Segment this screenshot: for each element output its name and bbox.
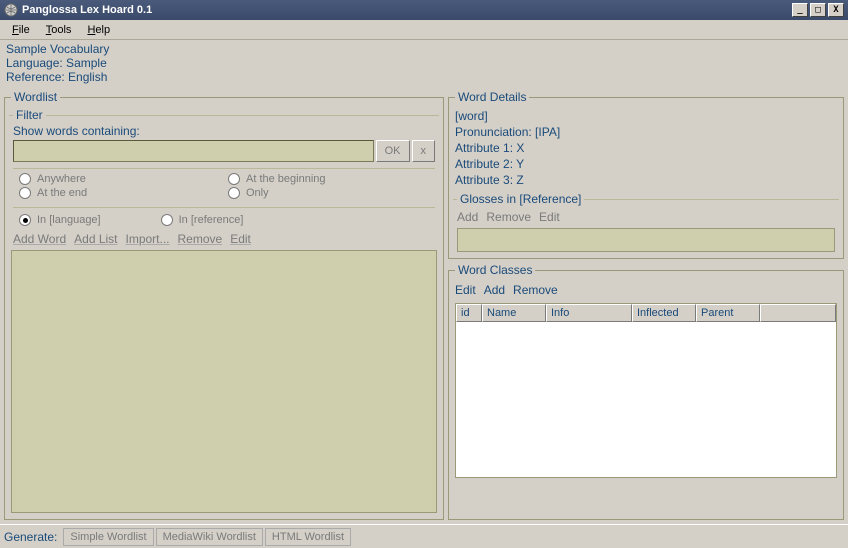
- glosses-legend: Glosses in [Reference]: [457, 192, 584, 206]
- wc-add-button[interactable]: Add: [484, 283, 505, 297]
- menu-help[interactable]: Help: [79, 22, 118, 38]
- vocab-title: Sample Vocabulary: [6, 42, 842, 56]
- wordlist-legend: Wordlist: [11, 90, 60, 104]
- word-details-legend: Word Details: [455, 90, 529, 104]
- menu-tools[interactable]: Tools: [38, 22, 80, 38]
- remove-word-button[interactable]: Remove: [178, 232, 223, 246]
- gloss-add-button[interactable]: Add: [457, 210, 478, 224]
- radio-in-language[interactable]: In [language]: [19, 214, 101, 226]
- filter-legend: Filter: [13, 108, 46, 122]
- add-list-button[interactable]: Add List: [74, 232, 117, 246]
- gen-html-button[interactable]: HTML Wordlist: [265, 528, 351, 546]
- show-words-label: Show words containing:: [13, 124, 435, 138]
- attr1-line: Attribute 1: X: [455, 140, 837, 156]
- gloss-remove-button[interactable]: Remove: [486, 210, 531, 224]
- col-id[interactable]: id: [456, 304, 482, 322]
- pronunciation-line: Pronunciation: [IPA]: [455, 124, 837, 140]
- minimize-button[interactable]: _: [792, 3, 808, 17]
- col-parent[interactable]: Parent: [696, 304, 760, 322]
- word-details-panel: Word Details [word] Pronunciation: [IPA]…: [448, 90, 844, 259]
- attr2-line: Attribute 2: Y: [455, 156, 837, 172]
- word-line: [word]: [455, 108, 837, 124]
- attr3-line: Attribute 3: Z: [455, 172, 837, 188]
- col-blank: [760, 304, 836, 322]
- radio-end[interactable]: At the end: [19, 187, 220, 199]
- close-button[interactable]: X: [828, 3, 844, 17]
- radio-in-reference[interactable]: In [reference]: [161, 214, 244, 226]
- info-header: Sample Vocabulary Language: Sample Refer…: [0, 40, 848, 86]
- window-title: Panglossa Lex Hoard 0.1: [22, 4, 792, 16]
- generate-bar: Generate: Simple Wordlist MediaWiki Word…: [0, 524, 848, 548]
- filter-panel: Filter Show words containing: OK x Anywh…: [9, 108, 439, 228]
- add-word-button[interactable]: Add Word: [13, 232, 66, 246]
- titlebar: Panglossa Lex Hoard 0.1 _ □ X: [0, 0, 848, 20]
- wc-remove-button[interactable]: Remove: [513, 283, 558, 297]
- generate-label: Generate:: [4, 530, 57, 544]
- wordlist-panel: Wordlist Filter Show words containing: O…: [4, 90, 444, 520]
- wordlist-area[interactable]: [11, 250, 437, 513]
- radio-anywhere[interactable]: Anywhere: [19, 173, 220, 185]
- maximize-button[interactable]: □: [810, 3, 826, 17]
- filter-input[interactable]: [13, 140, 374, 162]
- gloss-edit-button[interactable]: Edit: [539, 210, 560, 224]
- wordlist-toolbar: Add Word Add List Import... Remove Edit: [11, 228, 437, 250]
- glosses-panel: Glosses in [Reference] Add Remove Edit: [453, 192, 839, 252]
- language-line: Language: Sample: [6, 56, 842, 70]
- word-classes-panel: Word Classes Edit Add Remove id Name Inf…: [448, 263, 844, 520]
- menu-file[interactable]: File: [4, 22, 38, 38]
- radio-only[interactable]: Only: [228, 187, 429, 199]
- edit-word-button[interactable]: Edit: [230, 232, 251, 246]
- word-classes-table[interactable]: id Name Info Inflected Parent: [455, 303, 837, 478]
- filter-ok-button[interactable]: OK: [376, 140, 410, 162]
- col-inflected[interactable]: Inflected: [632, 304, 696, 322]
- word-classes-legend: Word Classes: [455, 263, 535, 277]
- radio-beginning[interactable]: At the beginning: [228, 173, 429, 185]
- gen-mediawiki-button[interactable]: MediaWiki Wordlist: [156, 528, 263, 546]
- gen-simple-button[interactable]: Simple Wordlist: [63, 528, 153, 546]
- col-name[interactable]: Name: [482, 304, 546, 322]
- reference-line: Reference: English: [6, 70, 842, 84]
- filter-clear-button[interactable]: x: [412, 140, 436, 162]
- col-info[interactable]: Info: [546, 304, 632, 322]
- wc-edit-button[interactable]: Edit: [455, 283, 476, 297]
- glosses-box[interactable]: [457, 228, 835, 252]
- import-button[interactable]: Import...: [126, 232, 170, 246]
- app-icon: [4, 3, 18, 17]
- menubar: File Tools Help: [0, 20, 848, 40]
